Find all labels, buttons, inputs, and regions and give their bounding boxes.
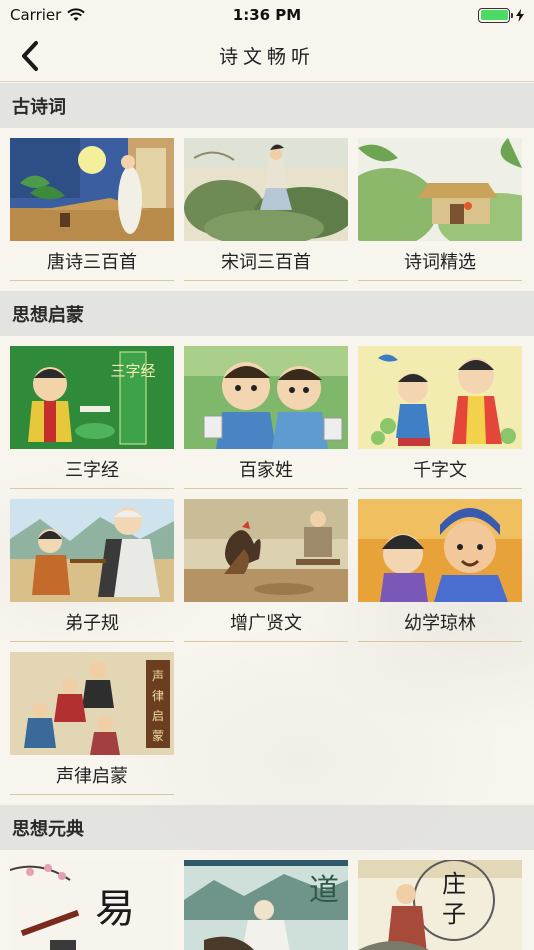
tile-label: 诗词精选 [358, 241, 522, 281]
shenglv-char-3: 启 [152, 709, 164, 723]
tile-zengguang-xianwen[interactable]: 增广贤文 [184, 499, 348, 642]
selected-poems-thumbnail [358, 138, 522, 241]
tile-label: 千字文 [358, 449, 522, 489]
shenglv-char-1: 声 [152, 669, 164, 683]
disciple-rules-thumbnail [10, 499, 174, 602]
carrier-label: Carrier [10, 6, 62, 24]
classic-zhuangzi-thumbnail: 庄 子 [358, 860, 522, 950]
dao-character: 道 [309, 873, 339, 908]
wifi-icon [67, 8, 86, 21]
tile-classic-dao[interactable]: 道 [184, 860, 348, 950]
tile-label: 声律启蒙 [10, 755, 174, 795]
tile-label: 幼学琼林 [358, 602, 522, 642]
zhuang-character: 庄 [442, 870, 466, 898]
status-right [478, 7, 524, 23]
shenglv-char-4: 蒙 [152, 729, 164, 743]
battery-icon [478, 7, 513, 23]
shenglv-char-2: 律 [152, 689, 164, 703]
tile-shenglv-qimeng[interactable]: 声 律 启 蒙 声律启蒙 [10, 652, 174, 795]
tile-classic-yi[interactable]: 易 [10, 860, 174, 950]
navigation-bar: 诗文畅听 [0, 30, 534, 82]
hundred-surnames-thumbnail [184, 346, 348, 449]
tile-hundred-surnames[interactable]: 百家姓 [184, 346, 348, 489]
tile-three-character-classic[interactable]: 三字经 三字经 [10, 346, 174, 489]
classic-yi-thumbnail: 易 [10, 860, 174, 950]
tile-label: 唐诗三百首 [10, 241, 174, 281]
back-button[interactable] [10, 36, 50, 76]
classic-dao-thumbnail: 道 [184, 860, 348, 950]
charging-bolt-icon [516, 8, 524, 22]
tang-poems-thumbnail [10, 138, 174, 241]
yi-character: 易 [95, 886, 135, 932]
tile-song-ci[interactable]: 宋词三百首 [184, 138, 348, 281]
grid-classical-poetry: 唐诗三百首 宋词三百首 诗词精选 [0, 128, 534, 291]
tile-tang-poems[interactable]: 唐诗三百首 [10, 138, 174, 281]
section-header-classics: 思想元典 [0, 805, 534, 850]
three-character-classic-thumbnail: 三字经 [10, 346, 174, 449]
status-left: Carrier [10, 6, 86, 24]
tile-youxue-qionglin[interactable]: 幼学琼林 [358, 499, 522, 642]
content-list: 古诗词 唐诗三百首 宋词三百首 诗词精选 思想启蒙 三字经 三字经 百家姓 千字… [0, 83, 534, 950]
grid-enlightenment: 三字经 三字经 百家姓 千字文 弟子规 增广贤文 幼学琼林 声 律 启 蒙 声律… [0, 336, 534, 805]
thousand-character-classic-thumbnail [358, 346, 522, 449]
zi-character: 子 [442, 900, 466, 928]
tile-classic-zhuangzi[interactable]: 庄 子 [358, 860, 522, 950]
grid-classics: 易 道 庄 子 [0, 850, 534, 950]
status-bar: Carrier 1:36 PM [0, 0, 534, 30]
three-character-classic-vertical-title: 三字经 [110, 362, 155, 380]
tile-label: 弟子规 [10, 602, 174, 642]
tile-label: 百家姓 [184, 449, 348, 489]
tile-label: 宋词三百首 [184, 241, 348, 281]
tile-label: 增广贤文 [184, 602, 348, 642]
page-title: 诗文畅听 [218, 46, 315, 68]
shenglv-qimeng-thumbnail: 声 律 启 蒙 [10, 652, 174, 755]
tile-label: 三字经 [10, 449, 174, 489]
section-header-classical-poetry: 古诗词 [0, 83, 534, 128]
zengguang-xianwen-thumbnail [184, 499, 348, 602]
song-ci-thumbnail [184, 138, 348, 241]
youxue-qionglin-thumbnail [358, 499, 522, 602]
tile-selected-poems[interactable]: 诗词精选 [358, 138, 522, 281]
tile-disciple-rules[interactable]: 弟子规 [10, 499, 174, 642]
section-header-enlightenment: 思想启蒙 [0, 291, 534, 336]
tile-thousand-character-classic[interactable]: 千字文 [358, 346, 522, 489]
chevron-left-icon [22, 41, 38, 71]
